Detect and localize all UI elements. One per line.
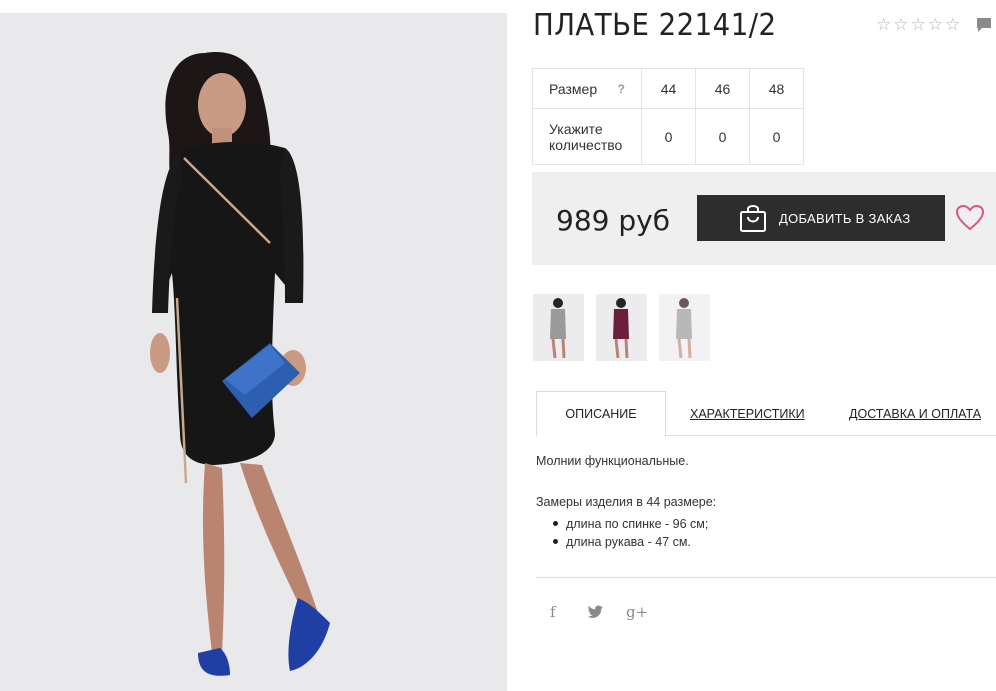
comment-icon[interactable] [975,16,993,34]
size-48: 48 [749,68,804,109]
tab-description[interactable]: ОПИСАНИЕ [536,391,666,437]
quantity-label: Укажите количество [532,108,642,165]
size-table: Размер ? 44 46 48 Укажите количество 0 0… [532,68,804,165]
product-photo[interactable] [0,13,507,691]
star-icon[interactable]: ☆ [911,16,926,33]
size-label-cell: Размер ? [532,68,642,109]
add-to-order-label: ДОБАВИТЬ В ЗАКАЗ [779,210,911,226]
description-line: Замеры изделия в 44 размере: [536,495,717,509]
thumbnail[interactable] [659,294,710,361]
star-icon[interactable]: ☆ [928,16,943,33]
star-icon[interactable]: ☆ [945,16,960,33]
price: 989 руб [556,204,670,237]
social-share: f g+ [550,603,664,621]
quantity-input-48[interactable]: 0 [749,108,804,165]
list-item: длина рукава - 47 см. [553,533,716,551]
twitter-icon[interactable] [588,605,604,619]
quantity-input-44[interactable]: 0 [641,108,696,165]
product-title: ПЛАТЬЕ 22141/2 [533,8,777,43]
quantity-input-46[interactable]: 0 [695,108,750,165]
star-icon[interactable]: ☆ [876,16,891,33]
facebook-icon[interactable]: f [550,603,588,621]
description-line: Молнии функциональные. [536,454,689,468]
size-label: Размер [549,80,598,97]
heart-icon[interactable] [955,204,985,232]
thumbnail[interactable] [596,294,647,361]
tab-delivery-payment[interactable]: ДОСТАВКА И ОПЛАТА [849,391,981,436]
divider [536,577,996,578]
thumbnail[interactable] [533,294,584,361]
tab-characteristics[interactable]: ХАРАКТЕРИСТИКИ [690,391,805,436]
star-icon[interactable]: ☆ [893,16,908,33]
price-box: 989 руб ДОБАВИТЬ В ЗАКАЗ [532,172,996,265]
add-to-order-button[interactable]: ДОБАВИТЬ В ЗАКАЗ [697,195,945,241]
shopping-bag-icon [740,205,766,232]
google-plus-icon[interactable]: g+ [626,603,664,621]
rating-stars[interactable]: ☆ ☆ ☆ ☆ ☆ [876,16,960,33]
measurements-list: длина по спинке - 96 см; длина рукава - … [553,515,716,551]
size-46: 46 [695,68,750,109]
thumbnail-list [533,294,710,361]
size-44: 44 [641,68,696,109]
description: Молнии функциональные. Замеры изделия в … [536,454,716,551]
size-help-icon[interactable]: ? [618,81,625,97]
product-tabs: ОПИСАНИЕ ХАРАКТЕРИСТИКИ ДОСТАВКА И ОПЛАТ… [536,391,996,437]
list-item: длина по спинке - 96 см; [553,515,716,533]
